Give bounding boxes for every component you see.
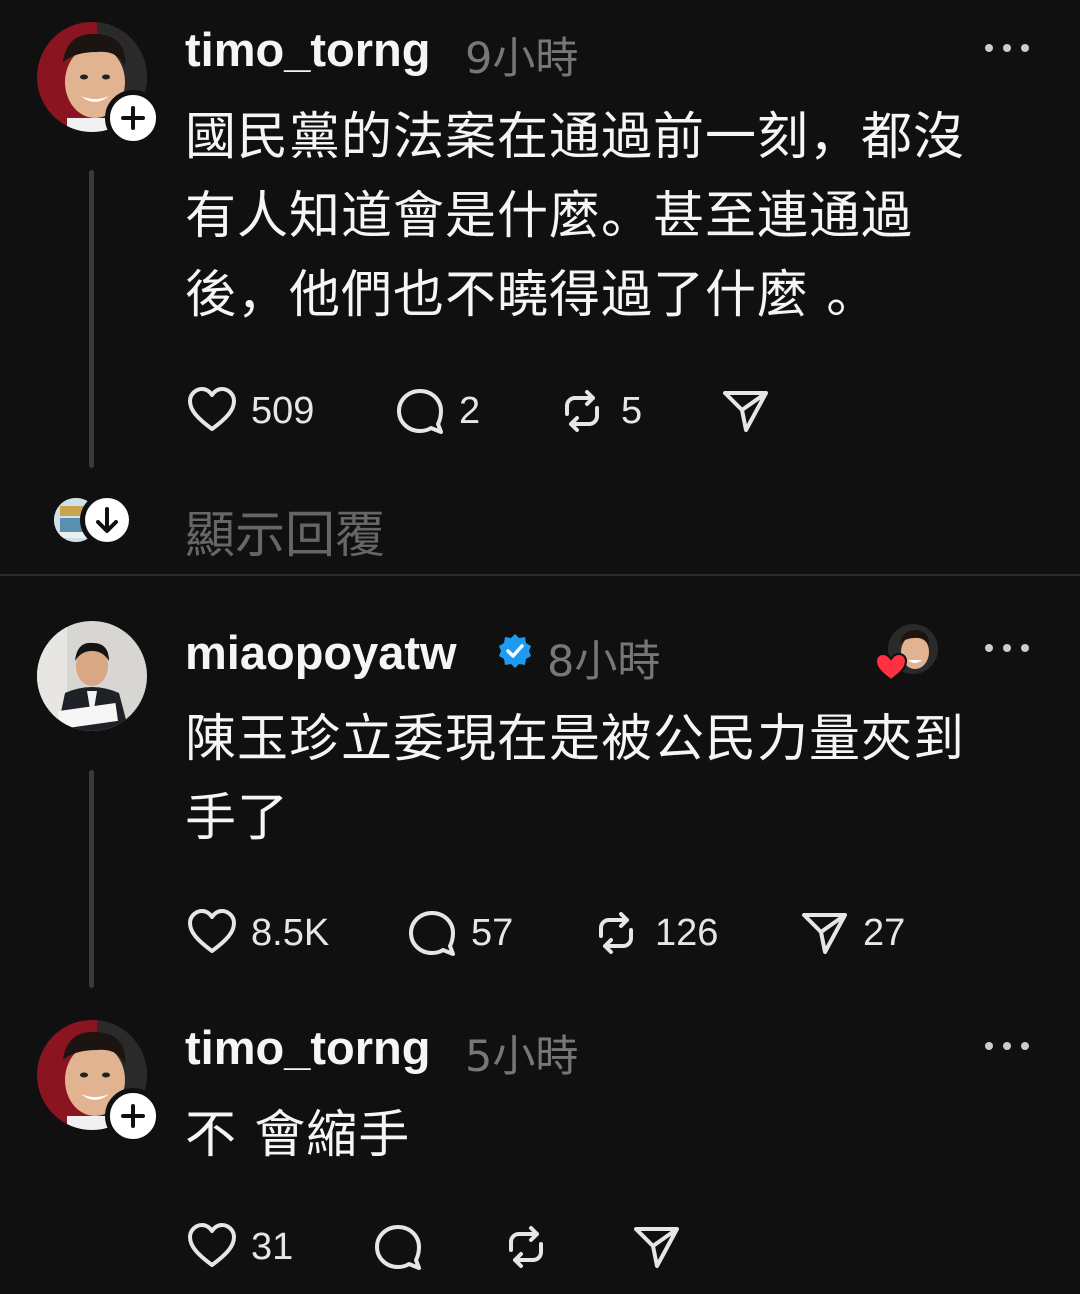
share-count: 27 [863, 911, 906, 954]
like-count: 8.5K [251, 911, 330, 954]
post-time: 5小時 [465, 1032, 579, 1082]
expand-replies-button[interactable] [80, 493, 134, 547]
like-count: 31 [251, 1225, 294, 1268]
more-horizontal-icon [985, 644, 1029, 652]
repost-button[interactable] [501, 1222, 551, 1272]
plus-icon [121, 1104, 145, 1128]
post-text: 陳玉珍立委現在是被公民力量夾到 手了 [185, 700, 1025, 858]
post-time: 8小時 [547, 637, 661, 687]
repost-arrows-icon [565, 390, 599, 432]
verified-badge-icon [499, 634, 531, 668]
more-options-button[interactable] [982, 38, 1032, 58]
comment-bubble-icon [409, 911, 455, 956]
avatar-image [37, 621, 147, 731]
post-username[interactable]: timo_torng [185, 22, 430, 77]
more-options-button[interactable] [982, 1036, 1032, 1056]
verified-badge [496, 632, 534, 670]
repost-arrows-icon [599, 912, 633, 954]
avatar-miaopoyatw[interactable] [37, 621, 147, 731]
like-button[interactable]: 31 [187, 1222, 293, 1272]
send-paper-plane-icon [723, 391, 768, 432]
post-text: 國民黨的法案在通過前一刻，都沒 有人知道會是什麼。甚至連通過 後，他們也不曉得過… [185, 98, 1025, 335]
comment-button[interactable] [373, 1222, 423, 1272]
like-button[interactable]: 509 [187, 386, 314, 436]
liked-heart-badge [874, 652, 908, 682]
more-options-button[interactable] [982, 638, 1032, 658]
follow-button[interactable] [105, 90, 161, 146]
share-button[interactable] [631, 1222, 681, 1272]
post-text-line: 有人知道會是什麼。甚至連通過 [185, 187, 914, 246]
send-paper-plane-icon [634, 1227, 679, 1268]
follow-button[interactable] [105, 1088, 161, 1144]
thread-line [89, 770, 94, 988]
repost-button[interactable]: 5 [557, 386, 642, 436]
share-button[interactable]: 27 [799, 908, 905, 958]
post-text: 不 會縮手 [185, 1096, 1025, 1175]
heart-filled-icon [874, 652, 908, 682]
share-button[interactable] [720, 386, 770, 436]
thread-line [89, 170, 94, 468]
comment-bubble-icon [375, 1225, 421, 1270]
heart-icon [188, 387, 236, 431]
more-horizontal-icon [985, 44, 1029, 52]
arrow-down-icon [96, 507, 118, 533]
comment-count: 57 [471, 911, 514, 954]
post-username[interactable]: miaopoyatw [185, 625, 457, 680]
post-time: 9小時 [465, 34, 579, 84]
heart-icon [188, 909, 236, 953]
repost-count: 5 [621, 389, 643, 432]
like-button[interactable]: 8.5K [187, 908, 329, 958]
comment-bubble-icon [397, 389, 443, 434]
repost-count: 126 [655, 911, 719, 954]
show-replies-link[interactable]: 顯示回覆 [185, 495, 385, 567]
post-text-line: 陳玉珍立委現在是被公民力量夾到 [185, 710, 966, 769]
more-horizontal-icon [985, 1042, 1029, 1050]
repost-arrows-icon [509, 1226, 543, 1268]
post-text-line: 國民黨的法案在通過前一刻，都沒 [185, 108, 966, 167]
comment-count: 2 [459, 389, 481, 432]
plus-icon [121, 106, 145, 130]
heart-icon [188, 1223, 236, 1267]
comment-button[interactable]: 2 [395, 386, 480, 436]
post-text-line: 手了 [185, 789, 290, 848]
like-count: 509 [251, 389, 315, 432]
post-text-line: 不 會縮手 [185, 1106, 411, 1165]
send-paper-plane-icon [802, 913, 847, 954]
post-text-line: 後，他們也不曉得過了什麼 。 [185, 266, 879, 325]
divider [0, 574, 1080, 576]
repost-button[interactable]: 126 [591, 908, 718, 958]
post-username[interactable]: timo_torng [185, 1020, 430, 1075]
comment-button[interactable]: 57 [407, 908, 513, 958]
